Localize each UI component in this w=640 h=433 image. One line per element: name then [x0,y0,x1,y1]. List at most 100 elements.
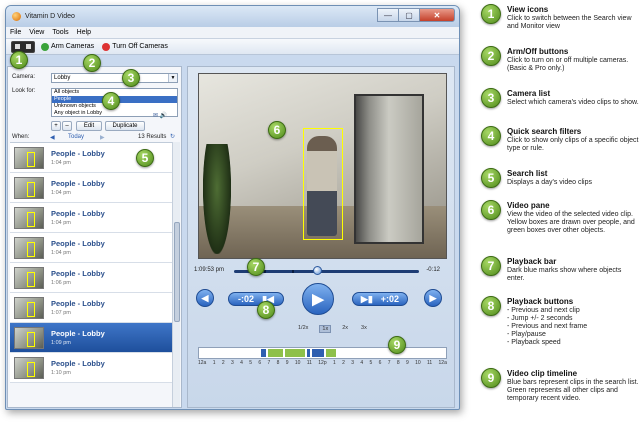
maximize-button[interactable]: ▢ [398,8,420,22]
legend-text: Select which camera's video clips to sho… [507,99,639,106]
person-detection-box [303,128,343,240]
clip-time: 1:04 pm [51,160,71,166]
next-day-button[interactable]: ▶ [100,134,105,141]
lookfor-label: Look for: [12,88,36,94]
legend-number: 2 [481,46,501,66]
previous-clip-button[interactable]: ◀ [196,289,214,307]
back-2-label: -:02 [238,294,255,304]
title-bar[interactable]: Vitamin D Video — ▢ ✕ [6,6,459,27]
clip-list-item[interactable]: People - Lobby 1:07 pm [10,293,172,323]
add-filter-button[interactable]: + [51,121,61,131]
speed-3x[interactable]: 3x [359,325,369,333]
clip-title: People - Lobby [51,239,105,248]
timeline-other-bar [326,349,336,357]
legend-title: Video clip timeline [507,369,578,378]
timeline-labels: 12a 1 2 3 4 5 6 7 8 9 10 11 12p 1 2 3 4 5 6 7 8 9 10 11 12a [198,360,447,366]
clip-list-scrollbar[interactable] [172,142,180,407]
day-label[interactable]: Today [68,134,84,140]
clip-timeline[interactable] [198,347,447,359]
envelope-icon[interactable]: ✉ [153,113,158,119]
turn-off-cameras-label: Turn Off Cameras [112,43,168,50]
when-label: When: [12,134,30,140]
camera-select[interactable]: Lobby ▼ [51,73,178,83]
playback-knob[interactable] [313,266,323,275]
next-frame-icon[interactable]: ▶▮ [361,294,373,305]
callout-2: 2 [83,54,101,72]
legend-number: 7 [481,256,501,276]
clip-list-item[interactable]: People - Lobby 1:04 pm [10,233,172,263]
clip-time: 1:07 pm [51,310,71,316]
menu-file[interactable]: File [10,29,21,36]
play-pause-button[interactable]: ▶ [302,283,334,315]
arm-cameras-button[interactable]: Arm Cameras [41,42,94,51]
remove-filter-button[interactable]: – [62,121,72,131]
timeline-clip-bar [307,349,310,357]
legend-text: Click to switch between the Search view … [507,15,632,30]
turn-off-cameras-button[interactable]: Turn Off Cameras [102,42,168,51]
app-logo-icon [12,12,21,21]
clip-title: People - Lobby [51,359,105,368]
speed-2x[interactable]: 2x [340,325,350,333]
clip-list-item[interactable]: People - Lobby 1:04 pm [10,173,172,203]
legend-number: 1 [481,4,501,24]
prev-day-button[interactable]: ◀ [50,134,55,141]
callout-4: 4 [102,92,120,110]
next-clip-button[interactable]: ▶ [424,289,442,307]
legend-title: View icons [507,5,549,14]
legend-title: Playback buttons [507,297,574,306]
timeline-hour-label: 1 [332,360,336,366]
clip-list[interactable]: People - Lobby 1:04 pm People - Lobby 1:04 … [10,142,172,407]
menu-tools[interactable]: Tools [52,29,68,36]
window-title: Vitamin D Video [25,13,75,20]
timeline-other-bar [285,349,305,357]
forward-2-seconds-button[interactable]: ▶▮ +:02 [352,292,408,306]
menu-view[interactable]: View [29,29,44,36]
speed-1x[interactable]: 1x [319,325,332,333]
clip-thumbnail [14,176,44,199]
play-icon: ▶ [312,291,324,308]
clip-list-item[interactable]: People - Lobby 1:06 pm [10,263,172,293]
clip-thumbnail [14,236,44,259]
timeline-hour-label: 1 [212,360,216,366]
minimize-button[interactable]: — [377,8,399,22]
scrollbar-thumb[interactable] [174,222,180,322]
timeline-hour-label: 6 [378,360,382,366]
legend-number: 5 [481,168,501,188]
menu-bar: File View Tools Help [6,27,459,39]
timeline-hour-label: 7 [387,360,391,366]
object-entry-mark [292,270,294,273]
timeline-clip-bar [261,349,266,357]
speaker-icon[interactable]: 🔊 [160,113,167,119]
menu-help[interactable]: Help [77,29,91,36]
clip-thumbnail [14,326,44,349]
legend-text: Displays a day's video clips [507,179,592,186]
timeline-hour-label: 12a [438,360,447,366]
speed-half[interactable]: 1/2x [296,325,310,333]
video-plant [203,144,231,254]
clip-title: People - Lobby [51,209,105,218]
timeline-hour-label: 10 [294,360,301,366]
clip-list-item[interactable]: People - Lobby 1:09 pm [10,323,172,353]
video-pane[interactable] [198,73,447,259]
legend-text: Dark blue marks show where objects enter… [507,267,622,282]
timeline-other-bar [268,349,283,357]
back-2-seconds-button[interactable]: -:02 ▮◀ [228,292,284,306]
search-view-icon [26,44,31,49]
timeline-hour-label: 4 [360,360,364,366]
clip-title: People - Lobby [51,299,105,308]
duplicate-filter-button[interactable]: Duplicate [105,121,145,131]
clip-list-item[interactable]: People - Lobby 1:10 pm [10,353,172,383]
clip-thumbnail [14,356,44,379]
chevron-down-icon: ▼ [168,74,177,82]
refresh-icon[interactable]: ↻ [170,133,175,140]
callout-1: 1 [10,51,28,69]
edit-filter-button[interactable]: Edit [76,121,102,131]
clip-list-item[interactable]: People - Lobby 1:04 pm [10,203,172,233]
playback-buttons: ◀ -:02 ▮◀ ▶ ▶▮ +:02 ▶ [194,283,450,321]
legend-text: Click to turn on or off multiple cameras… [507,57,629,72]
fwd-2-label: +:02 [380,294,400,304]
callout-3: 3 [122,69,140,87]
playback-bar: 1:09:53 pm -0:12 [194,266,450,278]
close-button[interactable]: ✕ [419,8,455,22]
legend-number: 4 [481,126,501,146]
